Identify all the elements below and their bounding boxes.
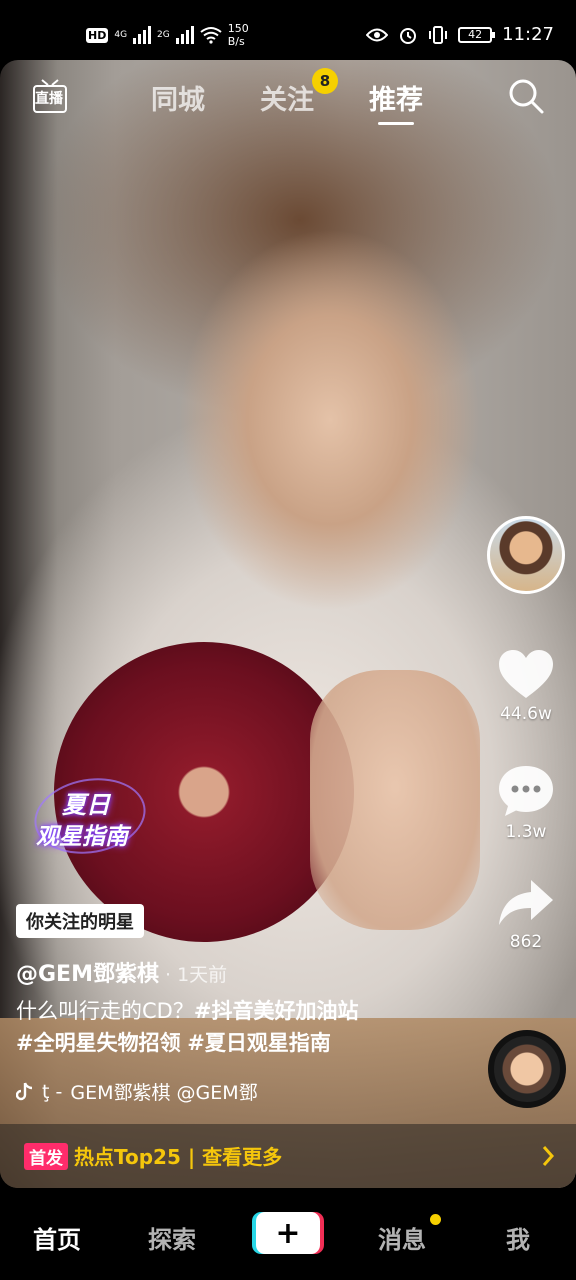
sticker-line1: 夏日: [62, 791, 110, 819]
music-text: GEM鄧紫棋 @GEM鄧: [70, 1082, 258, 1104]
author-name[interactable]: @GEM鄧紫棋: [16, 962, 159, 987]
live-button[interactable]: 直播: [30, 76, 70, 116]
tab-nearby-label: 同城: [151, 85, 205, 116]
like-count: 44.6w: [500, 704, 552, 724]
network-4g-label: 4G: [114, 29, 128, 40]
hashtag-2[interactable]: #全明星失物招领: [16, 1031, 181, 1055]
eye-icon: [366, 28, 389, 41]
tab-following[interactable]: 关注: [260, 78, 314, 117]
like-button[interactable]: 44.6w: [493, 648, 559, 724]
network-2g-label: 2G: [157, 29, 170, 40]
signal-icon-2: [175, 26, 194, 44]
music-disc-icon[interactable]: [488, 1030, 566, 1108]
vibrate-icon: [429, 25, 448, 44]
search-icon: [509, 79, 544, 114]
sticker-line2: 观星指南: [36, 824, 128, 850]
active-tab-underline: [378, 122, 414, 125]
search-button[interactable]: [506, 76, 546, 116]
clock: 11:27: [502, 24, 554, 45]
music-line[interactable]: ţ - GEM鄧紫棋 @GEM鄧: [16, 1078, 258, 1105]
share-icon: [499, 880, 553, 925]
messages-dot: [430, 1214, 441, 1225]
heart-icon: [499, 650, 553, 698]
tab-recommended-label: 推荐: [369, 85, 423, 116]
followed-star-tag: 你关注的明星: [16, 904, 144, 938]
author-name-row[interactable]: @GEM鄧紫棋 · 1天前: [16, 956, 227, 988]
tiktok-note-icon: [16, 1082, 33, 1100]
alarm-icon: [400, 27, 417, 44]
hot-first-badge: 首发: [24, 1143, 68, 1170]
net-speed: 150 B/s: [228, 22, 249, 48]
comment-icon: [499, 766, 553, 816]
comment-count: 1.3w: [505, 822, 547, 842]
hashtag-3[interactable]: #夏日观星指南: [187, 1031, 331, 1055]
author-avatar[interactable]: [487, 516, 565, 594]
battery-icon: 42: [458, 26, 496, 43]
signal-icon: [133, 26, 152, 44]
wifi-icon: [200, 27, 222, 44]
nav-messages[interactable]: 消息: [378, 1220, 426, 1255]
video-hand: [310, 670, 480, 930]
event-sticker[interactable]: 夏日 观星指南: [28, 769, 152, 863]
share-button[interactable]: 862: [493, 878, 559, 952]
hot-topics-text[interactable]: 热点Top25 | 查看更多: [74, 1141, 282, 1170]
status-left: HD 4G 2G 150 B/s: [86, 22, 249, 48]
nav-me[interactable]: 我: [506, 1220, 530, 1255]
chevron-right-icon[interactable]: [540, 1144, 556, 1168]
post-time: · 1天前: [164, 964, 228, 986]
following-badge: 8: [312, 68, 338, 94]
tab-recommended[interactable]: 推荐: [369, 78, 423, 125]
tab-nearby[interactable]: 同城: [151, 78, 205, 117]
net-speed-value: 150: [227, 22, 249, 35]
nav-explore[interactable]: 探索: [148, 1220, 196, 1255]
music-prefix: ţ -: [42, 1080, 63, 1103]
share-count: 862: [509, 932, 543, 952]
net-speed-unit: B/s: [227, 35, 245, 48]
nav-home[interactable]: 首页: [33, 1220, 81, 1255]
comment-button[interactable]: 1.3w: [493, 764, 559, 842]
tab-following-label: 关注: [260, 85, 314, 116]
live-label: 直播: [35, 91, 63, 107]
status-right: 42 11:27: [366, 24, 554, 45]
caption-text: 什么叫行走的CD？: [16, 999, 194, 1023]
hashtag-1[interactable]: #抖音美好加油站: [194, 999, 359, 1023]
create-button[interactable]: +: [256, 1212, 320, 1254]
status-bar: HD 4G 2G 150 B/s 42 11:27: [0, 0, 576, 60]
hd-icon: HD: [86, 27, 109, 43]
post-caption: 什么叫行走的CD？#抖音美好加油站 #全明星失物招领 #夏日观星指南: [16, 995, 476, 1059]
